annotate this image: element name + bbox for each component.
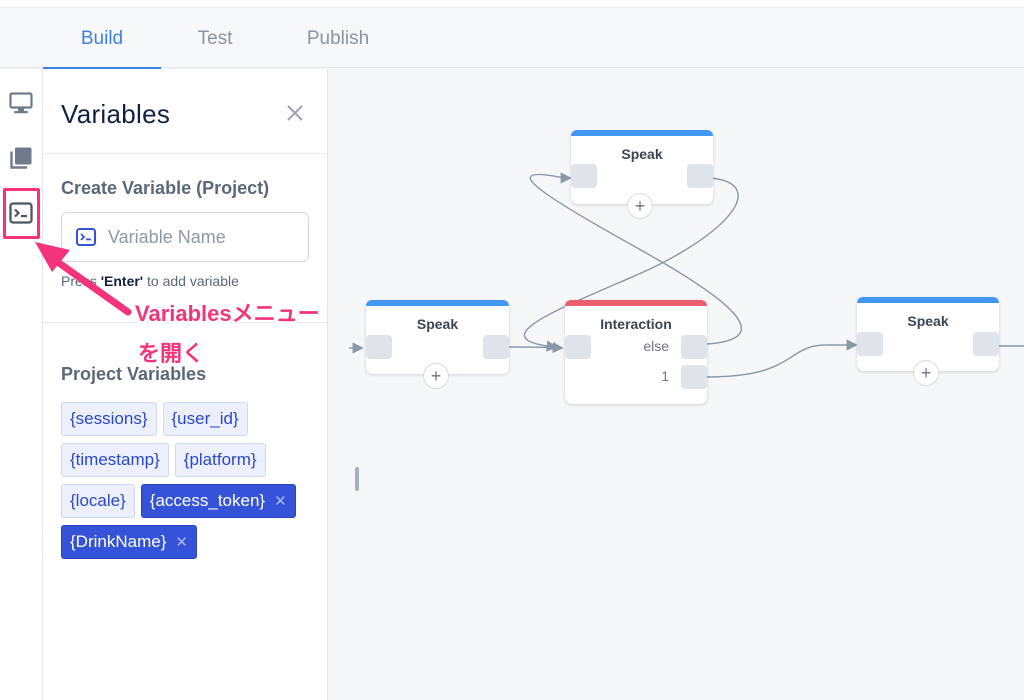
annotation-text-line2: を開く xyxy=(138,341,205,366)
annotation-text-line1: Variablesメニュー xyxy=(135,301,320,326)
